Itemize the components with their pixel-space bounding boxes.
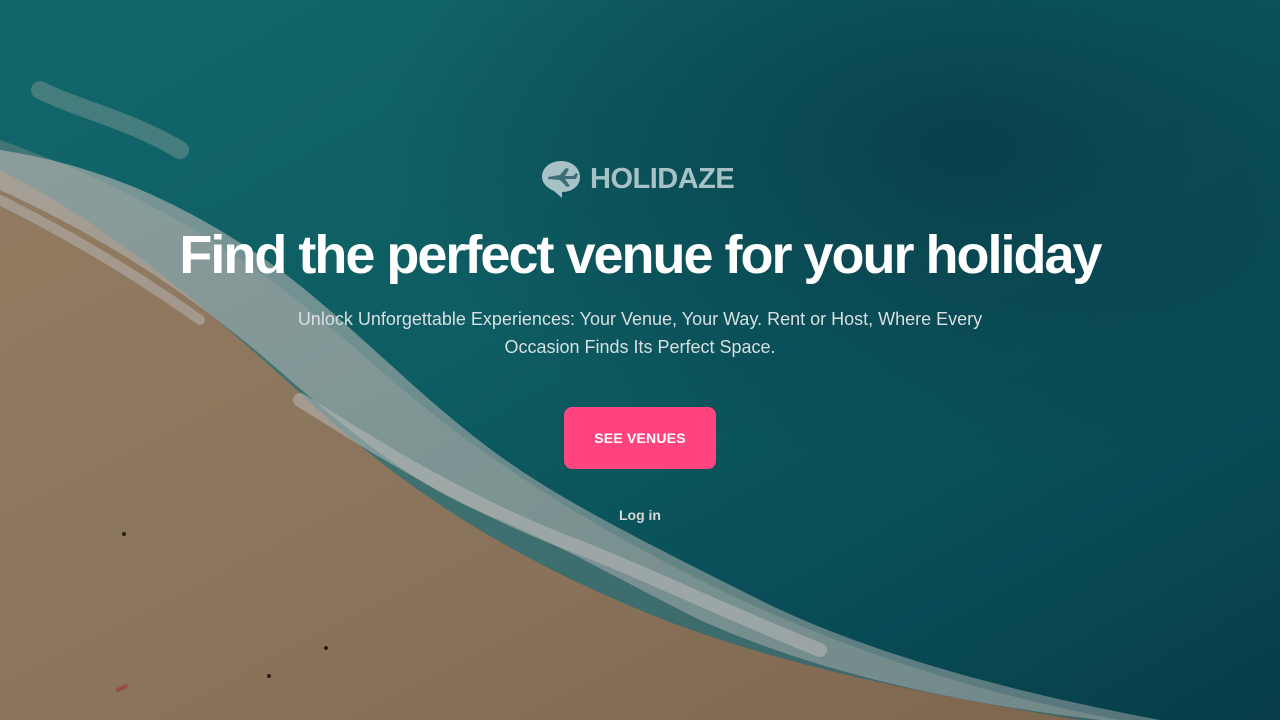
hero-section: HOLIDAZE Find the perfect venue for your… xyxy=(0,0,1280,720)
brand-logo[interactable]: HOLIDAZE xyxy=(540,158,735,200)
brand-name: HOLIDAZE xyxy=(590,162,735,195)
hero-headline: Find the perfect venue for your holiday xyxy=(179,225,1102,285)
hero-subtitle: Unlock Unforgettable Experiences: Your V… xyxy=(297,309,983,357)
see-venues-button[interactable]: SEE VENUES xyxy=(564,407,716,469)
login-link[interactable]: Log in xyxy=(590,505,690,525)
hero-content: HOLIDAZE Find the perfect venue for your… xyxy=(0,0,1280,720)
plane-chat-bubble-icon xyxy=(540,159,582,199)
